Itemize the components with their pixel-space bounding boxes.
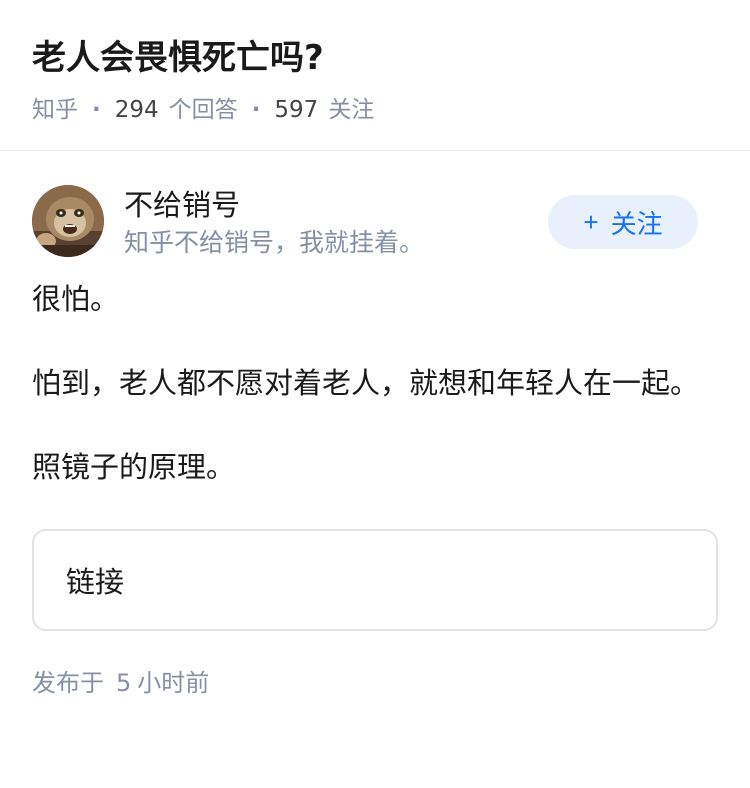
avatar[interactable] [32, 185, 104, 257]
question-header: 老人会畏惧死亡吗? 知乎 · 294 个回答 · 597 关注 [0, 0, 750, 151]
author-bio: 知乎不给销号，我就挂着。 [124, 228, 425, 257]
publish-hours: 5 [116, 669, 132, 697]
publish-suffix: 小时前 [137, 669, 210, 697]
separator-dot: · [92, 97, 101, 123]
plus-icon: + [583, 206, 599, 237]
separator-dot: · [251, 97, 261, 123]
author-name[interactable]: 不给销号 [124, 187, 240, 223]
follow-label: 关注 [610, 208, 663, 239]
answer-content: 很怕。 怕到，老人都不愿对着老人，就想和年轻人在一起。 照镜子的原理。 [0, 277, 750, 489]
question-meta: 知乎 · 294 个回答 · 597 关注 [32, 94, 718, 126]
follower-count: 597 [274, 97, 319, 123]
sloth-avatar-icon [32, 185, 104, 257]
answer-count-label[interactable]: 个回答 [169, 94, 238, 126]
link-card[interactable]: 链接 [32, 529, 718, 631]
answer-paragraph: 照镜子的原理。 [32, 450, 236, 484]
publish-prefix: 发布于 [32, 669, 104, 697]
author-card: 不给销号 知乎不给销号，我就挂着。 + 关注 [0, 185, 750, 291]
follow-button[interactable]: + 关注 [548, 195, 698, 249]
answer-paragraph: 怕到，老人都不愿对着老人，就想和年轻人在一起。 [32, 366, 700, 400]
follower-count-label[interactable]: 关注 [328, 94, 374, 126]
source-label[interactable]: 知乎 [32, 94, 78, 126]
link-card-label: 链接 [66, 565, 125, 599]
publish-time: 发布于 5 小时前 [32, 667, 718, 699]
question-title[interactable]: 老人会畏惧死亡吗? [32, 36, 718, 80]
answer-count: 294 [114, 97, 159, 123]
